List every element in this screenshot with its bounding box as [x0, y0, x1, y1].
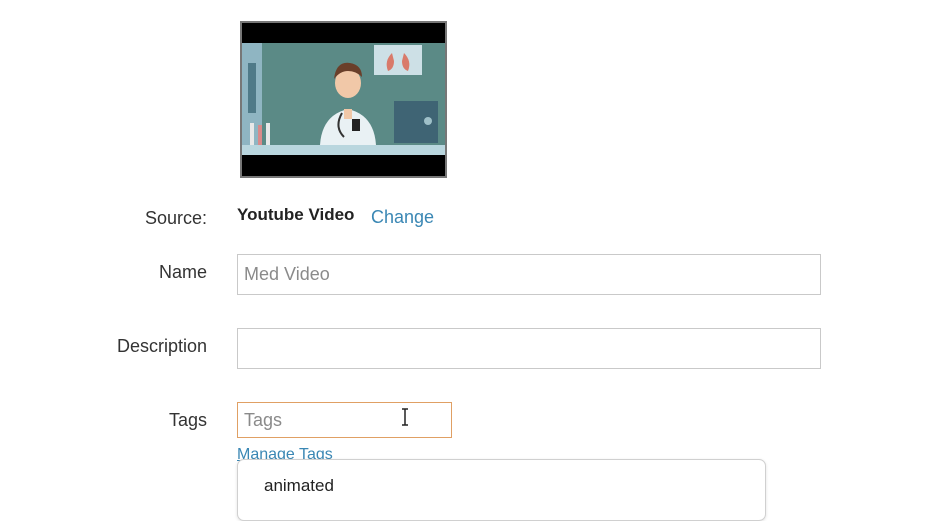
- description-input[interactable]: [237, 328, 821, 369]
- video-thumbnail[interactable]: [240, 21, 447, 178]
- source-value: Youtube Video: [237, 205, 355, 224]
- tags-suggestion-dropdown: animated: [237, 459, 766, 521]
- tag-suggestion-item[interactable]: animated: [264, 476, 334, 496]
- description-label: Description: [116, 336, 207, 356]
- name-label: Name: [158, 262, 207, 282]
- change-source-link[interactable]: Change: [371, 207, 434, 228]
- tags-label: Tags: [168, 410, 207, 430]
- name-input[interactable]: [237, 254, 821, 295]
- video-thumbnail-image: [242, 23, 445, 176]
- tags-input[interactable]: [237, 402, 452, 438]
- text-cursor-icon: [402, 408, 408, 426]
- source-label: Source:: [144, 208, 207, 228]
